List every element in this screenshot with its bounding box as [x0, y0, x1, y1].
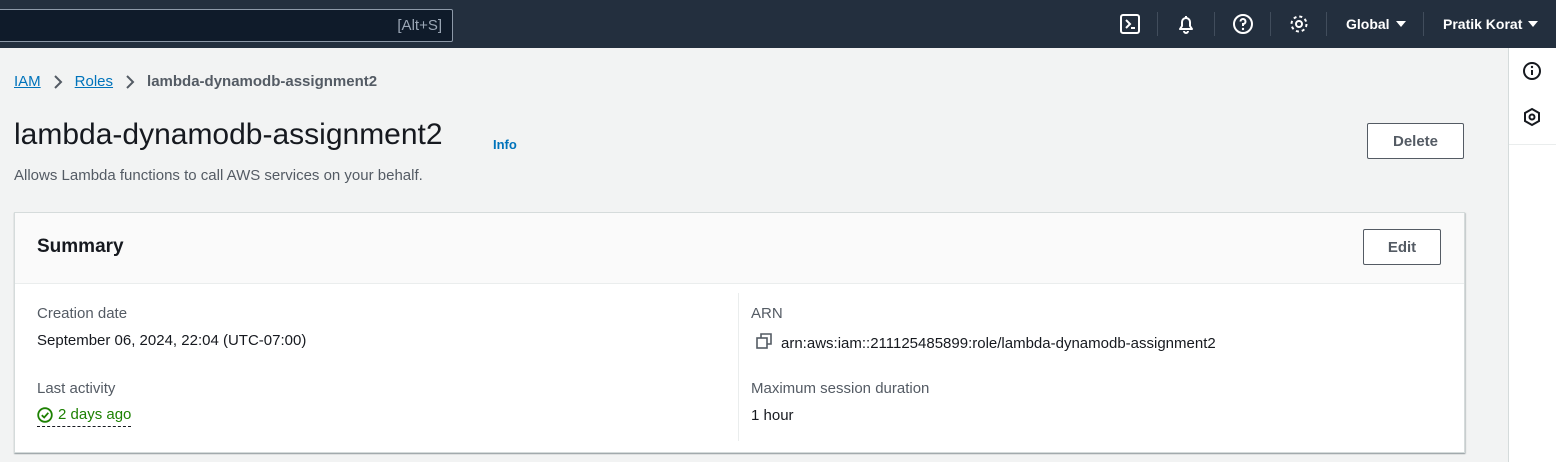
creation-date-value: September 06, 2024, 22:04 (UTC-07:00): [37, 332, 307, 349]
role-description: Allows Lambda functions to call AWS serv…: [14, 167, 423, 184]
top-navigation: [Alt+S] Global Pratik Korat: [0, 0, 1556, 48]
info-panel-icon[interactable]: [1521, 60, 1543, 82]
nav-separator: [1214, 12, 1215, 36]
caret-down-icon: [1528, 21, 1539, 27]
notifications-icon[interactable]: [1174, 12, 1198, 36]
summary-title: Summary: [37, 236, 124, 257]
nav-separator: [1157, 12, 1158, 36]
arn-label: ARN: [751, 305, 783, 322]
summary-header: Summary Edit: [15, 213, 1464, 284]
page-title: lambda-dynamodb-assignment2: [14, 118, 443, 151]
region-selector[interactable]: Global: [1346, 16, 1406, 32]
help-icon[interactable]: [1231, 12, 1255, 36]
arn-row: arn:aws:iam::211125485899:role/lambda-dy…: [755, 332, 1216, 354]
chevron-right-icon: [53, 74, 63, 89]
last-activity-text: 2 days ago: [58, 406, 132, 423]
breadcrumb: IAM Roles lambda-dynamodb-assignment2: [14, 73, 377, 90]
chevron-right-icon: [125, 74, 135, 89]
last-activity-value[interactable]: 2 days ago: [37, 406, 132, 427]
column-divider: [738, 293, 739, 441]
region-label: Global: [1346, 16, 1390, 32]
delete-button[interactable]: Delete: [1367, 123, 1464, 159]
breadcrumb-iam[interactable]: IAM: [14, 73, 41, 90]
cloudshell-icon[interactable]: [1118, 12, 1142, 36]
max-session-label: Maximum session duration: [751, 380, 930, 397]
side-panel-divider: [1509, 144, 1556, 145]
account-menu[interactable]: Pratik Korat: [1443, 16, 1539, 32]
max-session-value: 1 hour: [751, 407, 794, 424]
arn-value: arn:aws:iam::211125485899:role/lambda-dy…: [781, 334, 1216, 352]
feedback-panel-icon[interactable]: [1521, 106, 1543, 128]
success-check-icon: [37, 406, 53, 423]
breadcrumb-current: lambda-dynamodb-assignment2: [147, 73, 378, 90]
summary-container: Summary Edit Creation date September 06,…: [14, 212, 1465, 453]
creation-date-label: Creation date: [37, 305, 128, 322]
nav-separator: [1326, 12, 1327, 36]
last-activity-label: Last activity: [37, 380, 116, 397]
search-shortcut-hint: [Alt+S]: [397, 17, 442, 34]
settings-icon[interactable]: [1287, 12, 1311, 36]
tools-side-panel: [1508, 48, 1556, 462]
nav-separator: [1270, 12, 1271, 36]
breadcrumb-roles[interactable]: Roles: [75, 73, 113, 90]
copy-icon[interactable]: [755, 332, 773, 354]
edit-button[interactable]: Edit: [1363, 229, 1441, 265]
user-name: Pratik Korat: [1443, 16, 1523, 32]
caret-down-icon: [1395, 21, 1406, 27]
nav-separator: [1423, 12, 1424, 36]
search-input[interactable]: [Alt+S]: [0, 9, 453, 42]
info-link[interactable]: Info: [493, 137, 517, 152]
